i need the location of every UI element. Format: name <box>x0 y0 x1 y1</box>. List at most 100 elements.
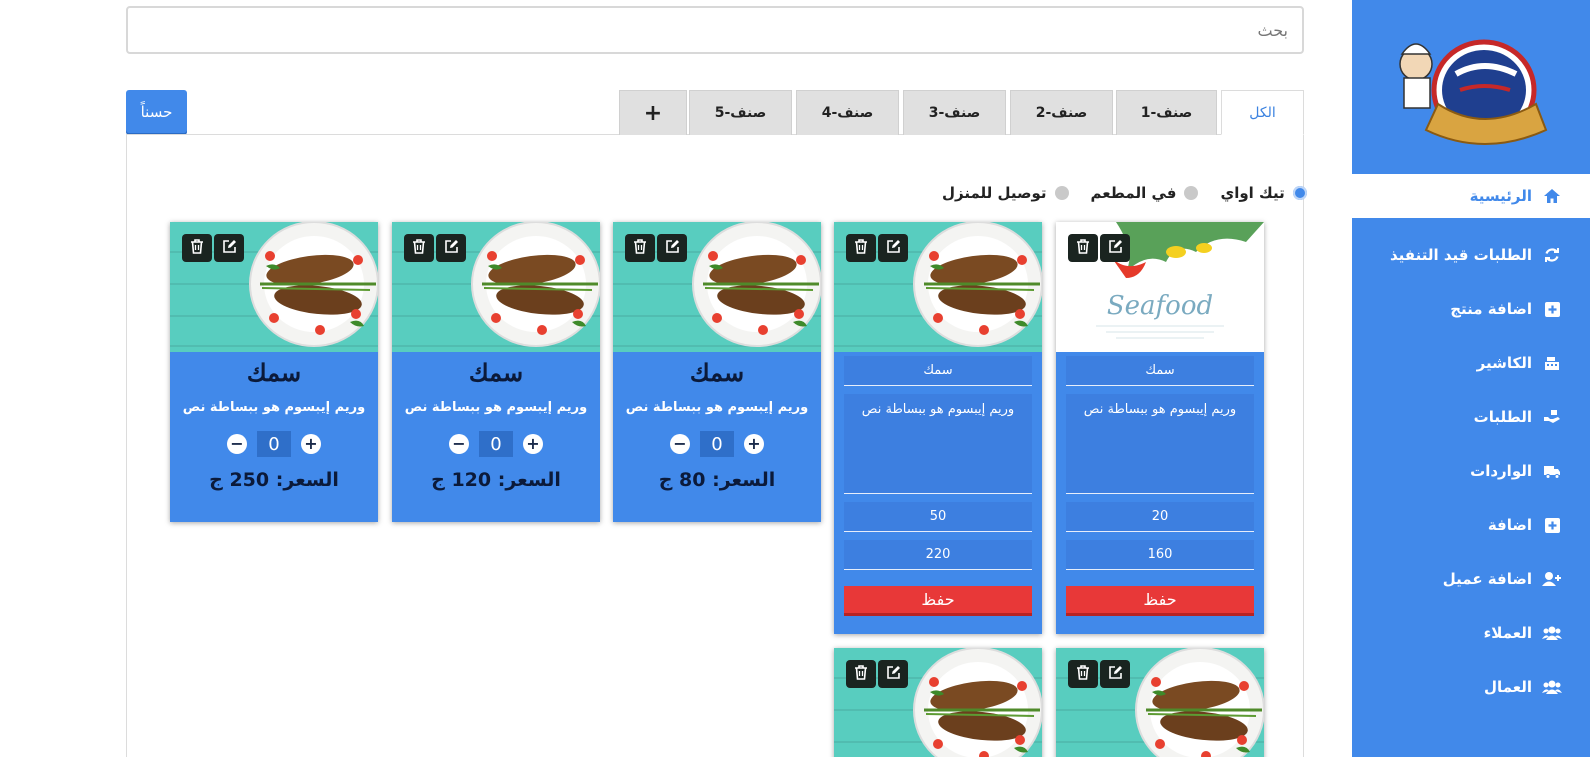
edit-button[interactable] <box>1100 234 1130 262</box>
tab-category-1[interactable]: صنف-1 <box>1116 90 1217 135</box>
minus-button[interactable]: − <box>227 434 247 454</box>
order-type-group: تيك اواي في المطعم توصيل للمنزل <box>920 182 1307 204</box>
sidebar-item-add-customer[interactable]: اضافة عميل <box>1352 552 1590 606</box>
sidebar-item-customers[interactable]: العملاء <box>1352 606 1590 660</box>
delete-button[interactable] <box>846 660 876 688</box>
plus-square-icon <box>1542 300 1562 318</box>
tab-category-3[interactable]: صنف-3 <box>903 90 1006 135</box>
product-image: Seafood <box>1056 222 1264 352</box>
edit-icon <box>886 665 901 684</box>
tab-add[interactable]: + <box>619 90 687 135</box>
save-button[interactable]: حفظ <box>844 586 1032 616</box>
edit-icon <box>444 239 459 258</box>
sidebar-item-pending-orders[interactable]: الطلبات قيد التنفيذ <box>1352 228 1590 282</box>
trash-icon <box>633 238 647 258</box>
description-field[interactable]: وريم إيبسوم هو ببساطة نص <box>1066 394 1254 494</box>
sidebar-item-label: الواردات <box>1470 462 1532 480</box>
radio-takeaway[interactable]: تيك اواي <box>1220 184 1307 202</box>
product-card: سمك وريم إيبسوم هو ببساطة نص − 0 + السعر… <box>392 222 600 522</box>
number-field-2[interactable]: 160 <box>1066 540 1254 570</box>
edit-icon <box>665 239 680 258</box>
radio-dot <box>1184 186 1199 200</box>
user-plus-icon <box>1542 570 1562 588</box>
edit-button[interactable] <box>214 234 244 262</box>
edit-button[interactable] <box>878 234 908 262</box>
edit-button[interactable] <box>1100 660 1130 688</box>
sidebar-item-workers[interactable]: العمال <box>1352 660 1590 714</box>
delete-button[interactable] <box>404 234 434 262</box>
edit-button[interactable] <box>878 660 908 688</box>
trash-icon <box>854 238 868 258</box>
tab-all[interactable]: الكل <box>1221 90 1304 135</box>
name-field[interactable]: سمك <box>1066 356 1254 386</box>
tab-category-5[interactable]: صنف-5 <box>689 90 792 135</box>
quantity-stepper: − 0 + <box>613 431 821 457</box>
product-image <box>1056 648 1264 757</box>
edit-button[interactable] <box>657 234 687 262</box>
tab-category-2[interactable]: صنف-2 <box>1010 90 1113 135</box>
sidebar-item-label: الكاشير <box>1476 354 1532 372</box>
number-field-1[interactable]: 20 <box>1066 502 1254 532</box>
radio-label: توصيل للمنزل <box>942 184 1047 202</box>
product-description: وريم إيبسوم هو ببساطة نص <box>182 400 366 415</box>
sidebar-item-home[interactable]: الرئيسية <box>1352 174 1590 218</box>
sidebar-item-label: الطلبات <box>1473 408 1532 426</box>
ok-button[interactable]: حسناً <box>126 90 187 133</box>
quantity-value[interactable]: 0 <box>257 431 291 457</box>
radio-dine-in[interactable]: في المطعم <box>1091 184 1199 202</box>
sidebar-item-label: الطلبات قيد التنفيذ <box>1390 246 1532 264</box>
users-icon <box>1542 678 1562 696</box>
product-description: وريم إيبسوم هو ببساطة نص <box>625 400 809 415</box>
users-icon <box>1542 624 1562 642</box>
trash-icon <box>190 238 204 258</box>
plus-button[interactable]: + <box>523 434 543 454</box>
name-field[interactable]: سمك <box>844 356 1032 386</box>
seafood-image-text: Seafood <box>1107 291 1213 321</box>
trash-icon <box>1076 664 1090 684</box>
product-edit-card: سمك وريم إيبسوم هو ببساطة نص 50 220 حفظ <box>834 222 1042 634</box>
product-image <box>392 222 600 352</box>
product-image <box>170 222 378 352</box>
plus-button[interactable]: + <box>744 434 764 454</box>
quantity-value[interactable]: 0 <box>479 431 513 457</box>
delete-button[interactable] <box>182 234 212 262</box>
edit-button[interactable] <box>436 234 466 262</box>
trash-icon <box>412 238 426 258</box>
edit-icon <box>886 239 901 258</box>
sync-icon <box>1542 246 1562 264</box>
sidebar-item-orders[interactable]: الطلبات <box>1352 390 1590 444</box>
minus-button[interactable]: − <box>670 434 690 454</box>
tab-category-4[interactable]: صنف-4 <box>796 90 899 135</box>
quantity-value[interactable]: 0 <box>700 431 734 457</box>
delete-button[interactable] <box>625 234 655 262</box>
search-input[interactable] <box>126 6 1304 54</box>
sidebar-item-label: اضافة عميل <box>1442 570 1532 588</box>
number-field-2[interactable]: 220 <box>844 540 1032 570</box>
radio-dot <box>1054 186 1069 200</box>
sidebar-item-add[interactable]: اضافة <box>1352 498 1590 552</box>
description-field[interactable]: وريم إيبسوم هو ببساطة نص <box>844 394 1032 494</box>
sidebar-item-imports[interactable]: الواردات <box>1352 444 1590 498</box>
radio-label: تيك اواي <box>1220 184 1285 202</box>
sidebar-item-cashier[interactable]: الكاشير <box>1352 336 1590 390</box>
minus-button[interactable]: − <box>449 434 469 454</box>
delete-button[interactable] <box>1068 234 1098 262</box>
product-name: سمك <box>689 358 745 387</box>
product-price: السعر: 250 ج <box>209 469 339 491</box>
product-name: سمك <box>246 358 302 387</box>
radio-label: في المطعم <box>1090 184 1177 202</box>
quantity-stepper: − 0 + <box>170 431 378 457</box>
radio-home-delivery[interactable]: توصيل للمنزل <box>942 184 1069 202</box>
number-field-1[interactable]: 50 <box>844 502 1032 532</box>
plus-button[interactable]: + <box>301 434 321 454</box>
product-card <box>1056 648 1264 757</box>
delete-button[interactable] <box>846 234 876 262</box>
sidebar-item-label: العملاء <box>1483 624 1532 642</box>
restaurant-logo <box>1399 39 1548 145</box>
sidebar-item-add-product[interactable]: اضافة منتج <box>1352 282 1590 336</box>
trash-icon <box>854 664 868 684</box>
product-image <box>834 222 1042 352</box>
delete-button[interactable] <box>1068 660 1098 688</box>
trash-icon <box>1076 238 1090 258</box>
save-button[interactable]: حفظ <box>1066 586 1254 616</box>
